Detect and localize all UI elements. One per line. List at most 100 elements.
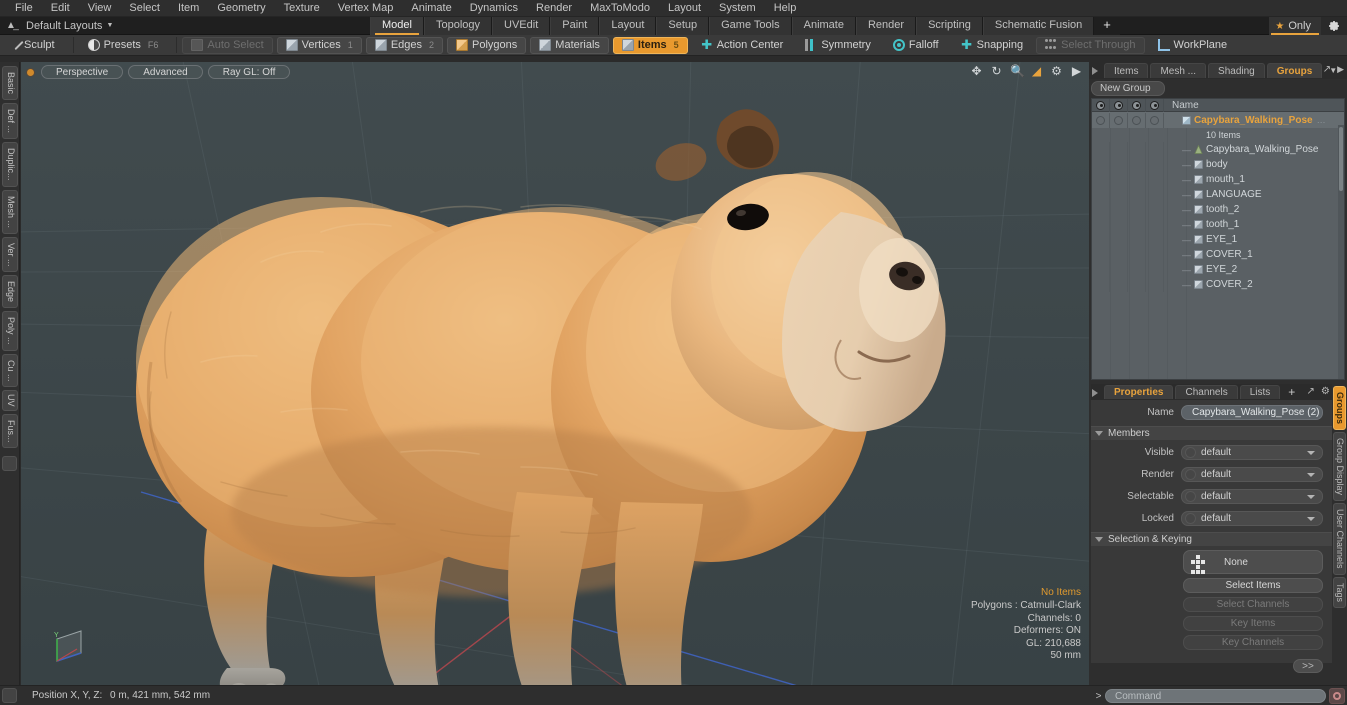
list-item[interactable]: — mouth_1 (1092, 172, 1344, 187)
viewport-canvas[interactable] (21, 62, 1089, 685)
locked-select[interactable]: default (1181, 511, 1323, 526)
key-items-button[interactable]: Key Items (1183, 616, 1323, 631)
panel-menu-icon[interactable] (1091, 387, 1102, 398)
items-mode-button[interactable]: Items 5 (612, 36, 688, 54)
viewport-raygl-button[interactable]: Ray GL: Off (207, 65, 291, 79)
selectable-icon[interactable] (1128, 98, 1146, 112)
menu-item-item[interactable]: Item (169, 0, 208, 17)
list-item[interactable]: — COVER_2 (1092, 277, 1344, 292)
menu-item-render[interactable]: Render (527, 0, 581, 17)
falloff-button[interactable]: Falloff (884, 37, 948, 54)
gear-icon[interactable]: ⚙ (1321, 386, 1330, 397)
tab-items[interactable]: Items (1104, 63, 1149, 78)
home-icon[interactable]: ▲̲ (0, 20, 22, 31)
tab-render[interactable]: Render (855, 17, 917, 35)
menu-item-file[interactable]: File (6, 0, 42, 17)
group-row[interactable]: Capybara_Walking_Pose … (1092, 112, 1344, 128)
gear-icon[interactable]: ⚙ (1050, 65, 1063, 78)
selection-keying-section-header[interactable]: Selection & Keying (1091, 532, 1345, 546)
more-button[interactable]: >> (1293, 659, 1323, 673)
left-tab-edge[interactable]: Edge (2, 275, 18, 309)
action-center-button[interactable]: ✚ Action Center (692, 37, 793, 54)
vertices-mode-button[interactable]: Vertices 1 (276, 36, 362, 54)
left-tab-curve[interactable]: Cu ... (2, 353, 18, 388)
right-tab-tags[interactable]: Tags (1333, 576, 1346, 608)
tab-animate[interactable]: Animate (791, 17, 856, 35)
edges-mode-button[interactable]: Edges 2 (365, 36, 444, 54)
tab-shading[interactable]: Shading (1208, 63, 1265, 78)
add-properties-tab-button[interactable]: + (1282, 385, 1301, 399)
add-tab-button[interactable]: + (1094, 17, 1120, 35)
menu-item-view[interactable]: View (79, 0, 121, 17)
render-icon[interactable] (1110, 98, 1128, 112)
sculpt-button[interactable]: Sculpt (4, 37, 64, 54)
left-tab-mesh[interactable]: Mesh ... (2, 189, 18, 234)
eye-icon[interactable] (1092, 98, 1110, 112)
menu-item-layout[interactable]: Layout (659, 0, 710, 17)
tab-channels[interactable]: Channels (1175, 385, 1238, 399)
list-item[interactable]: — EYE_1 (1092, 232, 1344, 247)
group-item-list[interactable]: Name Capybara_Walking_Pose … 10 Items — … (1091, 98, 1345, 380)
panel-menu-icon[interactable] (1091, 65, 1102, 76)
render-toggle[interactable] (1110, 112, 1128, 128)
key-channels-button[interactable]: Key Channels (1183, 635, 1323, 650)
members-section-header[interactable]: Members (1091, 426, 1345, 440)
symmetry-button[interactable]: Symmetry (796, 37, 880, 54)
only-toggle[interactable]: ★ Only (1269, 17, 1321, 35)
menu-item-maxtomodo[interactable]: MaxToModo (581, 0, 659, 17)
menu-item-system[interactable]: System (710, 0, 765, 17)
select-through-button[interactable]: Select Through (1036, 36, 1145, 54)
selectable-select[interactable]: default (1181, 489, 1323, 504)
none-button[interactable]: None (1183, 550, 1323, 574)
materials-mode-button[interactable]: Materials (530, 36, 609, 54)
list-item[interactable]: — Capybara_Walking_Pose (1092, 142, 1344, 157)
command-input[interactable]: Command (1105, 689, 1326, 703)
new-group-button[interactable]: New Group (1091, 81, 1165, 96)
menu-item-help[interactable]: Help (765, 0, 806, 17)
viewport-camera-button[interactable]: Perspective (41, 65, 124, 79)
visible-select[interactable]: default (1181, 445, 1323, 460)
left-tab-duplicate[interactable]: Duplic... (2, 142, 18, 187)
snapping-button[interactable]: ✚ Snapping (952, 37, 1033, 54)
tab-layout[interactable]: Layout (599, 17, 657, 35)
left-tabs-overflow-button[interactable] (2, 456, 17, 472)
tab-schematic-fusion[interactable]: Schematic Fusion (982, 17, 1095, 35)
chevron-down-icon[interactable]: ▼ (102, 22, 113, 29)
tab-uvedit[interactable]: UVEdit (492, 17, 551, 35)
eye-toggle[interactable] (1092, 112, 1110, 128)
left-tab-fusion[interactable]: Fus... (2, 413, 18, 449)
select-items-button[interactable]: Select Items (1183, 578, 1323, 593)
list-item[interactable]: — EYE_2 (1092, 262, 1344, 277)
workplane-button[interactable]: WorkPlane (1149, 37, 1237, 54)
menu-item-geometry[interactable]: Geometry (208, 0, 274, 17)
select-channels-button[interactable]: Select Channels (1183, 597, 1323, 612)
tab-paint[interactable]: Paint (550, 17, 600, 35)
tab-topology[interactable]: Topology (423, 17, 493, 35)
list-item[interactable]: — body (1092, 157, 1344, 172)
list-item[interactable]: — tooth_1 (1092, 217, 1344, 232)
left-tab-deform[interactable]: Def ... (2, 103, 18, 140)
tab-game-tools[interactable]: Game Tools (709, 17, 792, 35)
expand-icon[interactable]: ↗ (1306, 386, 1314, 397)
auto-select-button[interactable]: Auto Select (182, 36, 273, 54)
list-item[interactable]: — tooth_2 (1092, 202, 1344, 217)
lock-toggle[interactable] (1146, 112, 1164, 128)
expand-icon[interactable]: ↗ (1323, 64, 1331, 75)
menu-item-texture[interactable]: Texture (275, 0, 329, 17)
gear-icon[interactable] (1321, 17, 1347, 35)
render-select[interactable]: default (1181, 467, 1323, 482)
menu-item-animate[interactable]: Animate (402, 0, 460, 17)
presets-button[interactable]: Presets F6 (79, 37, 168, 54)
3d-viewport[interactable]: Perspective Advanced Ray GL: Off ✥ ↻ 🔍 ◢… (21, 62, 1089, 685)
tab-groups[interactable]: Groups (1266, 63, 1323, 78)
record-icon[interactable] (1329, 688, 1345, 704)
viewport-menu-icon[interactable] (27, 68, 34, 76)
name-input[interactable]: Capybara_Walking_Pose (2) (1181, 405, 1323, 420)
lock-icon[interactable] (1146, 98, 1164, 112)
selectable-toggle[interactable] (1128, 112, 1146, 128)
menu-item-vertex-map[interactable]: Vertex Map (329, 0, 403, 17)
tab-model[interactable]: Model (370, 17, 424, 35)
right-tab-user-channels[interactable]: User Channels (1333, 503, 1346, 575)
list-item[interactable]: — COVER_1 (1092, 247, 1344, 262)
list-scrollbar[interactable] (1338, 125, 1344, 379)
